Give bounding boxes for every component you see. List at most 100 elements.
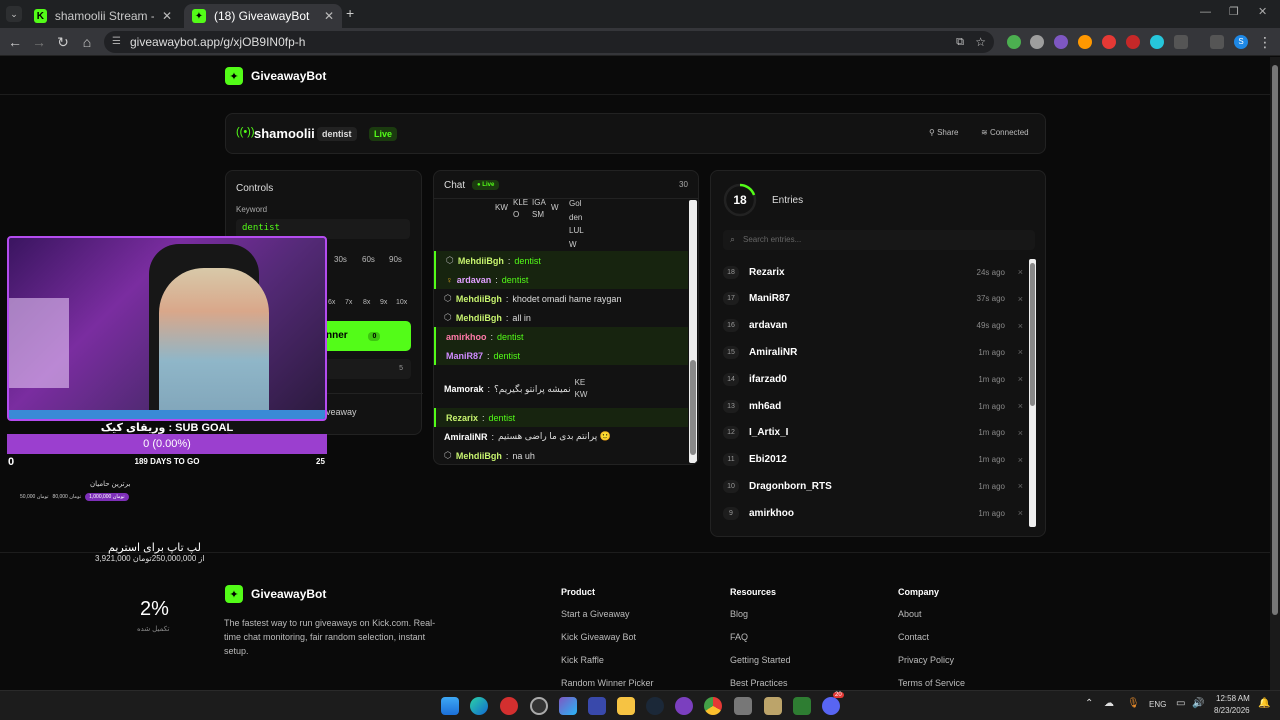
entries-scrollbar-thumb[interactable]	[1030, 263, 1035, 406]
new-tab-button[interactable]: +	[346, 5, 354, 21]
chat-username[interactable]: MehdiiBgh	[458, 256, 504, 266]
profile-avatar[interactable]: S	[1234, 35, 1248, 49]
remove-entry-icon[interactable]: ×	[1005, 481, 1023, 491]
remove-entry-icon[interactable]: ×	[1005, 294, 1023, 304]
multiplier-7x[interactable]: 7x	[345, 299, 352, 306]
microphone-icon[interactable]: 🎙	[1127, 698, 1140, 709]
file-explorer-icon[interactable]	[617, 697, 635, 715]
notification-icon[interactable]: 🔔	[1258, 698, 1270, 709]
edge-icon[interactable]	[470, 697, 488, 715]
reset-giveaway-button[interactable]: veaway	[326, 407, 357, 417]
windows-start-icon[interactable]	[441, 697, 459, 715]
chat-username[interactable]: MehdiiBgh	[456, 451, 502, 461]
tray-overflow-icon[interactable]: ⌃	[1085, 698, 1093, 709]
footer-link[interactable]: Getting Started	[730, 655, 791, 665]
remove-entry-icon[interactable]: ×	[1005, 321, 1023, 331]
obs-icon[interactable]	[530, 697, 548, 715]
multiplier-9x[interactable]: 9x	[380, 299, 387, 306]
chat-username[interactable]: MehdiiBgh	[456, 313, 502, 323]
footer-link[interactable]: Kick Giveaway Bot	[561, 632, 654, 642]
clock-time[interactable]: 12:58 AM	[1216, 694, 1250, 703]
back-arrow-icon[interactable]: ←	[6, 33, 24, 51]
remove-entry-icon[interactable]: ×	[1005, 428, 1023, 438]
app-green-icon[interactable]	[793, 697, 811, 715]
bookmark-star-icon[interactable]: ☆	[975, 31, 986, 53]
url-field[interactable]: ☰ giveawaybot.app/g/xjOB9IN0fp-h ☆ ⧉	[104, 31, 994, 53]
entries-scrollbar[interactable]	[1029, 259, 1036, 527]
footer-link[interactable]: About	[898, 609, 965, 619]
tab-search-button[interactable]: ⌄	[6, 6, 22, 22]
header-brand[interactable]: ✦ GiveawayBot	[225, 67, 326, 85]
volume-icon[interactable]: 🔊	[1192, 698, 1204, 709]
chat-username[interactable]: ardavan	[457, 275, 492, 285]
time-90s-button[interactable]: 90s	[389, 255, 402, 264]
minimize-icon[interactable]: —	[1200, 6, 1211, 18]
winners-count-field[interactable]: 5	[316, 359, 411, 379]
remove-entry-icon[interactable]: ×	[1005, 508, 1023, 518]
remove-entry-icon[interactable]: ×	[1005, 374, 1023, 384]
app-red-icon[interactable]	[500, 697, 518, 715]
footer-link[interactable]: Blog	[730, 609, 791, 619]
extension-5-icon[interactable]	[1102, 35, 1116, 49]
extension-4-icon[interactable]	[1078, 35, 1092, 49]
entries-search-input[interactable]: ⌕ Search entries...	[723, 230, 1035, 250]
app-purple-icon[interactable]	[675, 697, 693, 715]
steam-icon[interactable]	[646, 697, 664, 715]
reload-icon[interactable]: ↻	[54, 33, 72, 51]
chat-username[interactable]: ManiR87	[446, 351, 483, 361]
extension-2-icon[interactable]	[1030, 35, 1044, 49]
tab-giveawaybot[interactable]: ✦ (18) GiveawayBot ✕	[184, 4, 342, 28]
page-scrollbar[interactable]	[1270, 57, 1280, 690]
site-info-icon[interactable]: ☰	[112, 31, 121, 53]
footer-link[interactable]: Terms of Service	[898, 678, 965, 688]
app-blue-icon[interactable]	[588, 697, 606, 715]
footer-link[interactable]: Best Practices	[730, 678, 791, 688]
pick-winner-button[interactable]: nner 0	[316, 321, 411, 351]
remove-entry-icon[interactable]: ×	[1005, 401, 1023, 411]
reading-list-icon[interactable]	[1210, 35, 1224, 49]
tab-kick-stream[interactable]: K shamoolii Stream - Watch Live o ✕	[26, 4, 180, 28]
app-bottle-icon[interactable]	[764, 697, 782, 715]
footer-link[interactable]: FAQ	[730, 632, 791, 642]
onedrive-icon[interactable]: ☁	[1104, 698, 1114, 709]
chat-username[interactable]: amirkhoo	[446, 332, 487, 342]
extensions-puzzle-icon[interactable]	[1174, 35, 1188, 49]
footer-link[interactable]: Kick Raffle	[561, 655, 654, 665]
extension-6-icon[interactable]	[1126, 35, 1140, 49]
remove-entry-icon[interactable]: ×	[1005, 267, 1023, 277]
browser-menu-icon[interactable]: ⋮	[1256, 33, 1274, 51]
discord-icon[interactable]: 20	[822, 692, 844, 715]
remove-entry-icon[interactable]: ×	[1005, 455, 1023, 465]
multiplier-6x[interactable]: 6x	[328, 299, 335, 306]
footer-link[interactable]: Contact	[898, 632, 965, 642]
install-app-icon[interactable]: ⧉	[956, 31, 964, 53]
time-30s-button[interactable]: 30s	[334, 255, 347, 264]
chat-username[interactable]: Rezarix	[446, 413, 478, 423]
chat-username[interactable]: Mamorak	[444, 384, 484, 394]
close-tab-icon[interactable]: ✕	[324, 9, 334, 23]
time-60s-button[interactable]: 60s	[362, 255, 375, 264]
chrome-icon[interactable]	[704, 697, 722, 715]
network-icon[interactable]: ▭	[1176, 698, 1185, 709]
copilot-icon[interactable]	[559, 697, 577, 715]
multiplier-8x[interactable]: 8x	[363, 299, 370, 306]
extension-7-icon[interactable]	[1150, 35, 1164, 49]
chat-username[interactable]: MehdiiBgh	[456, 294, 502, 304]
language-indicator[interactable]: ENG	[1149, 700, 1166, 709]
extension-3-icon[interactable]	[1054, 35, 1068, 49]
close-window-icon[interactable]: ✕	[1258, 5, 1267, 18]
chat-username[interactable]: AmiraliNR	[444, 432, 488, 442]
remove-entry-icon[interactable]: ×	[1005, 347, 1023, 357]
clock-date[interactable]: 8/23/2026	[1214, 706, 1250, 715]
footer-link[interactable]: Privacy Policy	[898, 655, 965, 665]
footer-link[interactable]: Random Winner Picker	[561, 678, 654, 688]
restore-icon[interactable]: ❐	[1229, 5, 1239, 18]
page-scrollbar-thumb[interactable]	[1272, 65, 1278, 615]
footer-brand[interactable]: ✦ GiveawayBot	[225, 585, 326, 603]
forward-arrow-icon[interactable]: →	[30, 33, 48, 51]
extension-1-icon[interactable]	[1007, 35, 1021, 49]
home-icon[interactable]: ⌂	[78, 33, 96, 51]
multiplier-10x[interactable]: 10x	[396, 299, 407, 306]
app-grey-icon[interactable]	[734, 697, 752, 715]
close-tab-icon[interactable]: ✕	[162, 9, 172, 23]
